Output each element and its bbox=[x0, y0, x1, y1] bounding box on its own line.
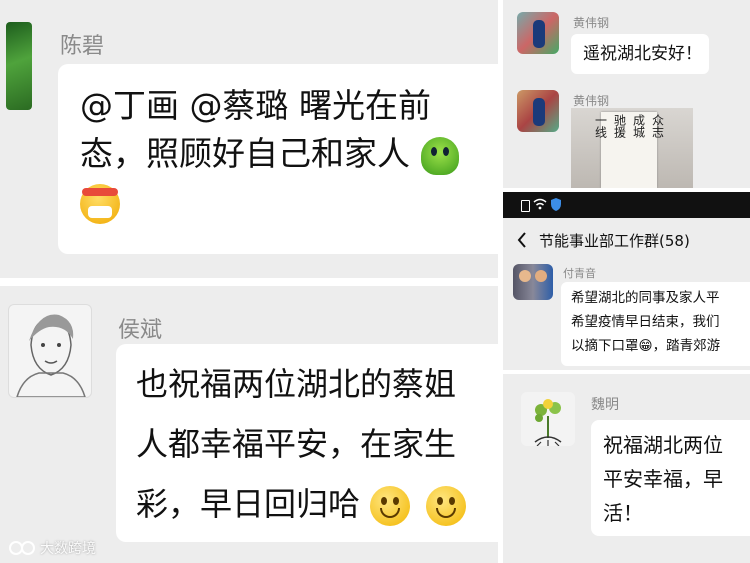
message-bubble[interactable]: 遥祝湖北安好！ bbox=[571, 34, 709, 74]
sender-name: 黄伟钢 bbox=[573, 94, 610, 108]
group-title: 节能事业部工作群(58) bbox=[539, 232, 690, 250]
message-bubble[interactable]: @丁画 @蔡璐 曙光在前 态，照顾好自己和家人 bbox=[58, 64, 498, 254]
shield-icon bbox=[551, 198, 561, 211]
plant-icon bbox=[534, 399, 562, 446]
message-bubble[interactable]: 也祝福两位湖北的蔡姐 人都幸福平安，在家生 彩，早日回归哈 bbox=[116, 344, 498, 542]
poster-text: 驰援 bbox=[612, 114, 627, 138]
message-line-3: 活！ bbox=[603, 501, 643, 525]
watermark: 大数跨境 bbox=[8, 538, 96, 558]
smile-emoji bbox=[370, 486, 411, 526]
message-line-3 bbox=[80, 178, 498, 226]
message-line: @丁画 @蔡璐 曙光在前 bbox=[80, 86, 431, 125]
chat-panel-top-left: 陈碧 @丁画 @蔡璐 曙光在前 态，照顾好自己和家人 bbox=[0, 0, 498, 278]
message-line: 希望湖北的同事及家人平 bbox=[571, 290, 720, 306]
wifi-icon bbox=[533, 198, 547, 210]
message-line: 也祝福两位湖北的蔡姐 bbox=[136, 365, 457, 403]
sender-name: 陈碧 bbox=[60, 34, 105, 59]
message-text: 遥祝湖北安好！ bbox=[583, 44, 702, 64]
message-bubble[interactable]: 祝福湖北两位 平安幸福，早 活！ bbox=[591, 420, 750, 536]
chat-panel-top-right: 黄伟钢 遥祝湖北安好！ 黄伟钢 众志 成城 驰援 一线 bbox=[503, 0, 750, 188]
chat-panel-right-bottom: 魏明 祝福湖北两位 平安幸福，早 活！ bbox=[503, 374, 750, 563]
message-line-3: 彩，早日回归哈 bbox=[136, 474, 498, 534]
message-bubble[interactable]: 希望湖北的同事及家人平 希望疫情早日结束，我们 以摘下口罩😁，踏青郊游 bbox=[561, 282, 750, 366]
group-header: 节能事业部工作群(58) bbox=[503, 218, 750, 262]
avatar-huangweigang[interactable] bbox=[517, 90, 559, 132]
message-line-2: 平安幸福，早 bbox=[603, 467, 723, 491]
poster-text: 一线 bbox=[593, 114, 608, 138]
image-message[interactable]: 众志 成城 驰援 一线 bbox=[571, 108, 693, 188]
message-line-2: 人都幸福平安，在家生 bbox=[136, 425, 457, 463]
sketch-portrait-icon bbox=[16, 314, 86, 397]
poster-text: 众志 bbox=[650, 114, 665, 138]
smile-emoji bbox=[426, 486, 467, 526]
watermark-logo-icon bbox=[9, 541, 35, 555]
green-alien-emoji bbox=[420, 136, 459, 175]
watermark-text: 大数跨境 bbox=[40, 541, 96, 557]
avatar-houbin[interactable] bbox=[8, 304, 92, 398]
back-chevron-icon[interactable] bbox=[517, 232, 527, 248]
avatar-huangweigang[interactable] bbox=[517, 12, 559, 54]
poster-image: 众志 成城 驰援 一线 bbox=[594, 112, 665, 188]
message-line-3: 以摘下口罩😁，踏青郊游 bbox=[571, 338, 721, 354]
message-line-2: 态，照顾好自己和家人 bbox=[80, 130, 498, 178]
sender-name: 侯斌 bbox=[118, 318, 163, 343]
chat-panel-bottom-left: 侯斌 也祝福两位湖北的蔡姐 人都幸福平安，在家生 彩，早日回归哈 bbox=[0, 286, 498, 563]
status-bar bbox=[503, 192, 750, 218]
message-line-2: 希望疫情早日结束，我们 bbox=[571, 314, 720, 330]
sender-name: 魏明 bbox=[591, 397, 619, 413]
avatar-weiming[interactable] bbox=[521, 392, 575, 446]
sender-name: 黄伟钢 bbox=[573, 16, 610, 30]
sender-name: 付青音 bbox=[563, 267, 596, 280]
avatar-fuqingyin[interactable] bbox=[513, 264, 553, 300]
poster-text: 成城 bbox=[631, 114, 646, 138]
avatar-chenbi[interactable] bbox=[6, 22, 32, 110]
sim-icon bbox=[521, 200, 530, 212]
message-line-text: 态，照顾好自己和家人 bbox=[80, 134, 410, 173]
mask-bandage-emoji bbox=[80, 183, 120, 224]
message-line-text: 彩，早日回归哈 bbox=[136, 485, 361, 523]
chat-panel-right-middle: 节能事业部工作群(58) 付青音 希望湖北的同事及家人平 希望疫情早日结束，我们… bbox=[503, 192, 750, 370]
message-line: 祝福湖北两位 bbox=[603, 433, 723, 457]
